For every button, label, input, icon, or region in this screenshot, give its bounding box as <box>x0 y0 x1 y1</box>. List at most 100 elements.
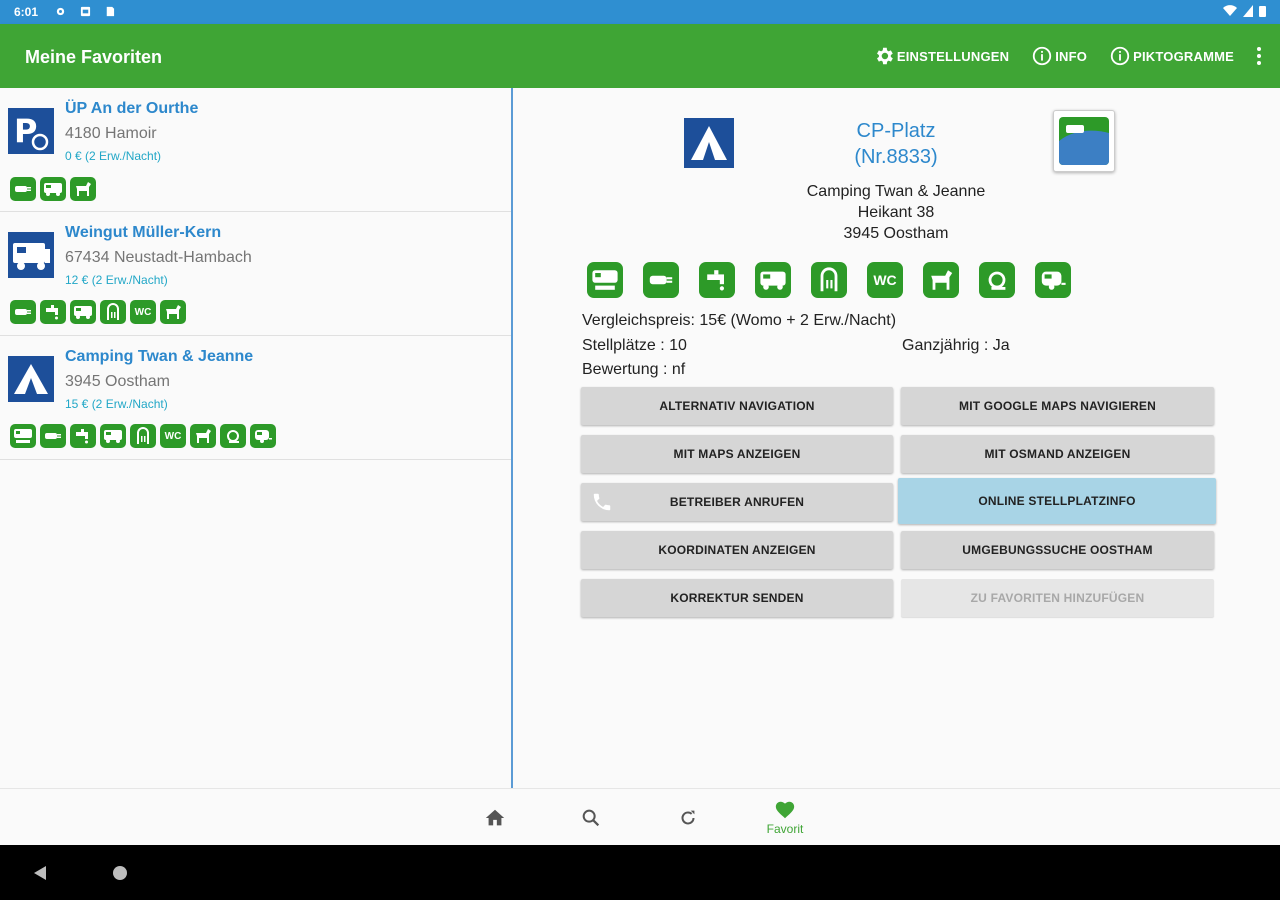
favorite-city: 67434 Neustadt-Hambach <box>65 249 252 266</box>
camper-service-icon <box>100 424 126 448</box>
battery-icon <box>1259 6 1266 17</box>
add-to-favorites-button: ZU FAVORITEN HINZUFÜGEN <box>901 579 1214 617</box>
show-in-maps-button[interactable]: MIT MAPS ANZEIGEN <box>581 435 893 473</box>
wc-icon: WC <box>130 300 156 324</box>
pictogram-row: WC <box>587 262 1071 298</box>
water-tap-icon <box>699 262 735 298</box>
bottom-navigation: Favorit <box>0 788 1280 845</box>
wifi-icon <box>1223 5 1237 17</box>
online-pitch-info-button[interactable]: ONLINE STELLPLATZINFO <box>898 478 1216 524</box>
overflow-menu-icon[interactable] <box>1256 46 1262 66</box>
send-correction-button[interactable]: KORREKTUR SENDEN <box>581 579 893 617</box>
call-operator-button[interactable]: BETREIBER ANRUFEN <box>581 483 893 521</box>
heart-icon <box>775 801 795 819</box>
app-bar: Meine Favoriten EINSTELLUNGEN INFO PIKTO… <box>0 24 1280 88</box>
shower-icon <box>811 262 847 298</box>
info-label: INFO <box>1055 48 1088 64</box>
dog-icon <box>160 300 186 324</box>
favorites-list: P ÜP An der Ourthe 4180 Hamoir 0 € (2 Er… <box>0 88 511 860</box>
list-item[interactable]: Weingut Müller-Kern 67434 Neustadt-Hamba… <box>0 212 511 336</box>
place-type: CP-Platz <box>856 120 936 142</box>
camper-dump-icon <box>587 262 623 298</box>
plug-icon <box>10 300 36 324</box>
camper-service-icon <box>755 262 791 298</box>
list-item[interactable]: Camping Twan & Jeanne 3945 Oostham 15 € … <box>0 336 511 460</box>
wc-icon: WC <box>160 424 186 448</box>
caravan-icon <box>1035 262 1071 298</box>
nav-favorite-label: Favorit <box>766 822 804 836</box>
rating: Bewertung : nf <box>582 361 686 378</box>
settings-label: EINSTELLUNGEN <box>896 48 1010 64</box>
call-operator-label: BETREIBER ANRUFEN <box>669 495 805 509</box>
pictogram-info-icon <box>1110 46 1130 66</box>
caravan-icon <box>250 424 276 448</box>
spaces-count: Stellplätze : 10 <box>582 337 687 354</box>
recycle-icon <box>979 262 1015 298</box>
address-line-name: Camping Twan & Jeanne <box>806 183 986 200</box>
pictograms-label: PIKTOGRAMME <box>1133 48 1234 64</box>
camper-dump-icon <box>10 424 36 448</box>
sdcard-status-icon <box>106 6 115 17</box>
acsi-badge-icon[interactable] <box>1053 110 1115 172</box>
show-in-osmand-button[interactable]: MIT OSMAND ANZEIGEN <box>901 435 1214 473</box>
google-maps-navigate-button[interactable]: MIT GOOGLE MAPS NAVIGIEREN <box>901 387 1214 425</box>
status-bar: 6:01 <box>0 0 1280 24</box>
favorite-city: 4180 Hamoir <box>65 125 157 142</box>
address-line-street: Heikant 38 <box>857 204 935 221</box>
notification-status-icon <box>80 6 91 17</box>
nav-refresh[interactable] <box>658 789 718 846</box>
system-navigation-bar <box>0 845 1280 900</box>
address-line-city: 3945 Oostham <box>843 225 949 242</box>
all-year-status: Ganzjährig : Ja <box>902 337 1010 354</box>
info-button[interactable]: INFO <box>1031 45 1087 67</box>
plug-icon <box>40 424 66 448</box>
favorite-price: 0 € (2 Erw./Nacht) <box>65 149 162 163</box>
nearby-search-button[interactable]: UMGEBUNGSSUCHE OOSTHAM <box>901 531 1214 569</box>
plug-icon <box>643 262 679 298</box>
favorite-name: Camping Twan & Jeanne <box>65 348 254 365</box>
favorite-city: 3945 Oostham <box>65 373 170 390</box>
home-system-icon[interactable] <box>112 865 128 881</box>
favorite-price: 15 € (2 Erw./Nacht) <box>65 397 168 411</box>
tent-logo <box>8 356 54 402</box>
parking-camper-logo: P <box>8 108 54 154</box>
settings-status-icon <box>56 7 65 16</box>
nav-home[interactable] <box>465 789 525 846</box>
gear-icon <box>876 47 893 65</box>
power-icon <box>10 177 36 201</box>
page-title: Meine Favoriten <box>25 47 163 67</box>
signal-icon <box>1243 5 1253 17</box>
shower-icon <box>100 300 126 324</box>
list-item[interactable]: P ÜP An der Ourthe 4180 Hamoir 0 € (2 Er… <box>0 88 511 212</box>
phone-icon <box>593 493 611 511</box>
nav-favorite[interactable]: Favorit <box>755 789 815 846</box>
favorite-name: ÜP An der Ourthe <box>65 100 199 117</box>
home-icon <box>485 809 505 825</box>
shower-icon <box>130 424 156 448</box>
nav-search[interactable] <box>561 789 621 846</box>
alternative-navigation-button[interactable]: ALTERNATIV NAVIGATION <box>581 387 893 425</box>
place-number: (Nr.8833) <box>854 146 938 168</box>
night-mode-icon[interactable] <box>829 45 851 67</box>
dog-icon <box>70 177 96 201</box>
pictograms-button[interactable]: PIKTOGRAMME <box>1109 45 1234 67</box>
settings-button[interactable]: EINSTELLUNGEN <box>873 45 1009 67</box>
tent-logo <box>684 118 734 168</box>
refresh-icon <box>681 810 695 824</box>
water-tap-icon <box>40 300 66 324</box>
info-icon <box>1033 46 1052 66</box>
camper-service-icon <box>70 300 96 324</box>
dog-icon <box>923 262 959 298</box>
compare-price: Vergleichspreis: 15€ (Womo + 2 Erw./Nach… <box>582 312 897 329</box>
detail-pane: CP-Platz (Nr.8833) Camping Twan & Jeanne… <box>513 88 1280 788</box>
favorite-name: Weingut Müller-Kern <box>65 224 222 241</box>
favorite-price: 12 € (2 Erw./Nacht) <box>65 273 168 287</box>
show-coordinates-button[interactable]: KOORDINATEN ANZEIGEN <box>581 531 893 569</box>
status-time: 6:01 <box>14 5 39 19</box>
dog-icon <box>190 424 216 448</box>
back-icon[interactable] <box>32 865 48 881</box>
camper-service-icon <box>40 177 66 201</box>
recycle-icon <box>220 424 246 448</box>
water-tap-icon <box>70 424 96 448</box>
wc-icon: WC <box>867 262 903 298</box>
